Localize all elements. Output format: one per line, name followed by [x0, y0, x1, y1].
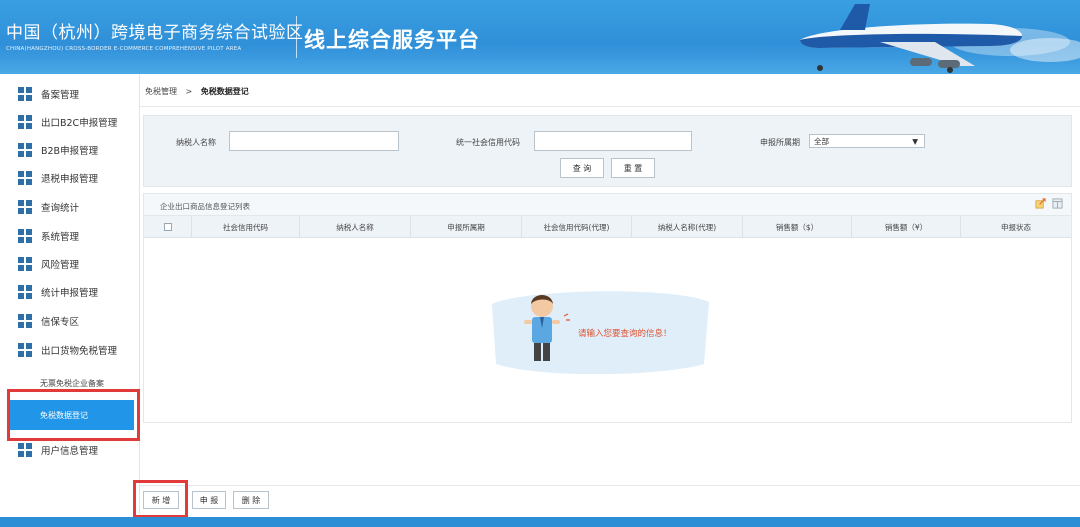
- delete-button[interactable]: 删 除: [233, 491, 269, 509]
- breadcrumb-parent[interactable]: 免税管理: [145, 87, 177, 96]
- column-header[interactable]: 申报状态: [961, 216, 1071, 238]
- grid-icon: [18, 443, 32, 457]
- grid-icon: [18, 143, 32, 157]
- column-header[interactable]: 申报所属期: [411, 216, 522, 238]
- table-toolbar: [1035, 198, 1063, 209]
- select-all-cell: [144, 216, 192, 238]
- sidebar-item-label: 出口B2C申报管理: [41, 118, 118, 129]
- credit-code-input[interactable]: [534, 131, 692, 151]
- breadcrumb-separator: >: [185, 87, 193, 96]
- grid-icon: [18, 200, 32, 214]
- columns-icon[interactable]: [1052, 198, 1063, 209]
- declare-period-value: 全部: [814, 136, 829, 146]
- sidebar-item-user-info[interactable]: 用户信息管理: [0, 436, 140, 464]
- sidebar-item-export-b2c[interactable]: 出口B2C申报管理: [0, 108, 140, 136]
- query-button[interactable]: 查 询: [560, 158, 604, 178]
- sidebar-item-label: 查询统计: [41, 203, 80, 214]
- app-header: 中国（杭州）跨境电子商务综合试验区 CHINA(HANGZHOU) CROSS-…: [0, 0, 1080, 74]
- highlight-box: [7, 389, 140, 441]
- column-header[interactable]: 社会信用代码(代理): [522, 216, 632, 238]
- sidebar-item-export-tax-free[interactable]: 出口货物免税管理: [0, 336, 140, 364]
- grid-icon: [18, 285, 32, 299]
- grid-icon: [18, 171, 32, 185]
- grid-icon: [18, 87, 32, 101]
- sidebar-item-label: 用户信息管理: [41, 446, 99, 457]
- highlight-box: [133, 480, 188, 518]
- sidebar-item-risk[interactable]: 风险管理: [0, 250, 140, 278]
- declare-button[interactable]: 申 报: [192, 491, 226, 509]
- sidebar-item-label: 风险管理: [41, 260, 80, 271]
- declare-period-label: 申报所属期: [760, 138, 800, 147]
- airplane-banner-image: [800, 4, 1080, 73]
- sidebar-item-system[interactable]: 系统管理: [0, 222, 140, 250]
- dropdown-arrow-icon: ▼: [912, 136, 918, 146]
- sidebar-item-label: 系统管理: [41, 232, 80, 243]
- taxpayer-name-input[interactable]: [229, 131, 399, 151]
- column-header[interactable]: 纳税人名称: [300, 216, 411, 238]
- sidebar-item-label: 信保专区: [41, 317, 80, 328]
- data-table: 企业出口商品信息登记列表 社会信用代码 纳税人名称 申报所属期 社会信用代码(代…: [143, 193, 1072, 423]
- table-header: 社会信用代码 纳税人名称 申报所属期 社会信用代码(代理) 纳税人名称(代理) …: [144, 216, 1071, 238]
- sidebar-item-query-stats[interactable]: 查询统计: [0, 193, 140, 221]
- table-title-bar: 企业出口商品信息登记列表: [144, 194, 1071, 216]
- grid-icon: [18, 229, 32, 243]
- search-panel: 纳税人名称 统一社会信用代码 申报所属期 全部 ▼ 查 询 重 置: [143, 115, 1072, 187]
- export-icon[interactable]: [1035, 198, 1046, 209]
- select-all-checkbox[interactable]: [163, 223, 172, 231]
- sidebar-item-label: B2B申报管理: [41, 146, 99, 157]
- column-header[interactable]: 销售额（¥）: [852, 216, 961, 238]
- sidebar-item-stats-declare[interactable]: 统计申报管理: [0, 278, 140, 306]
- sidebar-item-label: 统计申报管理: [41, 288, 99, 299]
- grid-icon: [18, 257, 32, 271]
- grid-icon: [18, 115, 32, 129]
- divider: [140, 485, 1080, 486]
- credit-code-label: 统一社会信用代码: [456, 138, 520, 147]
- column-header[interactable]: 纳税人名称(代理): [632, 216, 743, 238]
- empty-state-message: 请输入您要查询的信息！: [578, 329, 672, 339]
- grid-icon: [18, 343, 32, 357]
- sidebar-item-filing[interactable]: 备案管理: [0, 80, 140, 108]
- sidebar-item-tax-refund[interactable]: 退税申报管理: [0, 164, 140, 192]
- column-header[interactable]: 销售额（$）: [743, 216, 852, 238]
- header-divider: [296, 16, 297, 58]
- reset-button[interactable]: 重 置: [611, 158, 655, 178]
- site-subtitle: CHINA(HANGZHOU) CROSS-BORDER E-COMMERCE …: [6, 46, 242, 52]
- grid-icon: [18, 314, 32, 328]
- declare-period-select[interactable]: 全部 ▼: [809, 134, 925, 148]
- platform-title: 线上综合服务平台: [304, 27, 480, 52]
- breadcrumb-current: 免税数据登记: [200, 87, 249, 96]
- sidebar-item-credit-insurance[interactable]: 信保专区: [0, 307, 140, 335]
- column-header[interactable]: 社会信用代码: [192, 216, 300, 238]
- sidebar-item-b2b[interactable]: B2B申报管理: [0, 136, 140, 164]
- breadcrumb: 免税管理 > 免税数据登记: [145, 86, 249, 97]
- sidebar-item-label: 出口货物免税管理: [41, 346, 118, 357]
- taxpayer-name-label: 纳税人名称: [176, 138, 216, 147]
- table-title: 企业出口商品信息登记列表: [160, 202, 250, 211]
- footer-bar: [0, 517, 1080, 527]
- sidebar: 备案管理 出口B2C申报管理 B2B申报管理 退税申报管理 查询统计 系统管理 …: [0, 74, 140, 514]
- divider: [140, 106, 1080, 107]
- sidebar-item-label: 备案管理: [41, 90, 80, 101]
- site-title: 中国（杭州）跨境电子商务综合试验区: [6, 23, 304, 43]
- sidebar-item-label: 退税申报管理: [41, 174, 99, 185]
